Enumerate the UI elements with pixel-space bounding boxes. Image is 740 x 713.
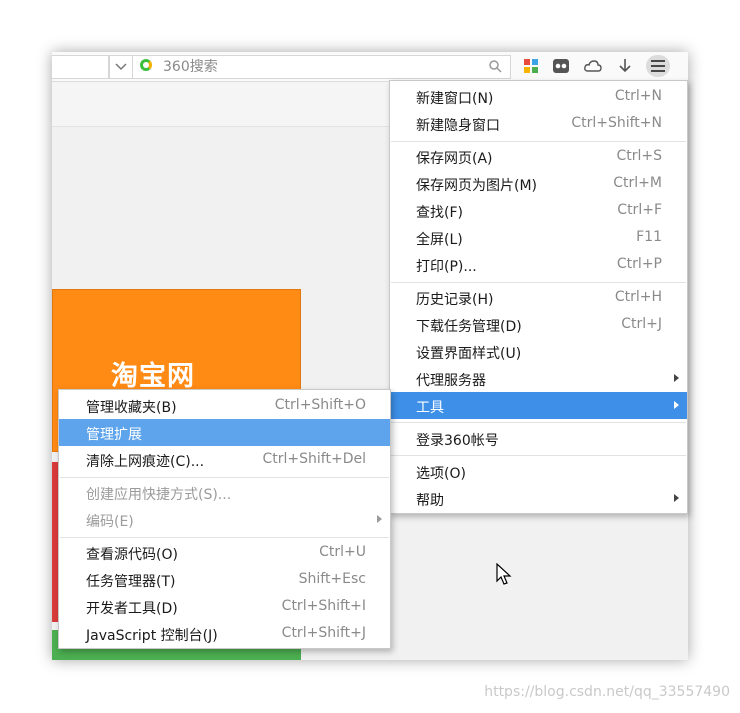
- submenu-item-manage-extensions[interactable]: 管理扩展: [59, 419, 390, 446]
- menu-item-history[interactable]: 历史记录(H) Ctrl+H: [390, 284, 687, 311]
- menu-item-new-incognito-window[interactable]: 新建隐身窗口 Ctrl+Shift+N: [390, 110, 687, 137]
- menu-item-ui-style[interactable]: 设置界面样式(U): [390, 338, 687, 365]
- 360-search-logo-icon: [140, 59, 152, 71]
- menu-item-proxy[interactable]: 代理服务器: [390, 365, 687, 392]
- menu-separator: [391, 422, 686, 423]
- address-bar[interactable]: [52, 55, 109, 79]
- main-menu: 新建窗口(N) Ctrl+N 新建隐身窗口 Ctrl+Shift+N 保存网页(A)…: [389, 80, 688, 514]
- submenu-item-js-console[interactable]: JavaScript 控制台(J) Ctrl+Shift+J: [59, 620, 390, 647]
- menu-separator: [391, 455, 686, 456]
- browser-toolbar: [52, 52, 688, 82]
- menu-item-new-window[interactable]: 新建窗口(N) Ctrl+N: [390, 83, 687, 110]
- menu-item-find[interactable]: 查找(F) Ctrl+F: [390, 197, 687, 224]
- submenu-item-clear-browsing-data[interactable]: 清除上网痕迹(C)... Ctrl+Shift+Del: [59, 446, 390, 473]
- menu-icon[interactable]: [646, 55, 670, 77]
- search-input[interactable]: [163, 57, 463, 77]
- menu-separator: [60, 477, 389, 478]
- submenu-arrow-icon: [674, 494, 679, 502]
- menu-item-save-page[interactable]: 保存网页(A) Ctrl+S: [390, 143, 687, 170]
- menu-item-fullscreen[interactable]: 全屏(L) F11: [390, 224, 687, 251]
- menu-item-save-page-as-image[interactable]: 保存网页为图片(M) Ctrl+M: [390, 170, 687, 197]
- menu-item-print[interactable]: 打印(P)... Ctrl+P: [390, 251, 687, 278]
- download-icon[interactable]: [614, 56, 636, 76]
- menu-item-tools[interactable]: 工具: [390, 392, 687, 419]
- menu-item-help[interactable]: 帮助: [390, 485, 687, 512]
- menu-separator: [60, 537, 389, 538]
- ghost-mode-icon[interactable]: [550, 56, 572, 76]
- menu-item-login-360[interactable]: 登录360帐号: [390, 425, 687, 452]
- menu-separator: [391, 282, 686, 283]
- submenu-item-view-source[interactable]: 查看源代码(O) Ctrl+U: [59, 539, 390, 566]
- cloud-icon[interactable]: [582, 56, 604, 76]
- submenu-arrow-icon: [674, 374, 679, 382]
- submenu-item-task-manager[interactable]: 任务管理器(T) Shift+Esc: [59, 566, 390, 593]
- tools-submenu: 管理收藏夹(B) Ctrl+Shift+O 管理扩展 清除上网痕迹(C)... Ct…: [58, 389, 391, 649]
- submenu-item-manage-favorites[interactable]: 管理收藏夹(B) Ctrl+Shift+O: [59, 392, 390, 419]
- chevron-down-icon: [115, 63, 127, 71]
- mouse-cursor-icon: [496, 563, 512, 585]
- search-icon[interactable]: [489, 60, 502, 73]
- search-box[interactable]: [132, 55, 511, 79]
- menu-separator: [391, 141, 686, 142]
- submenu-arrow-icon: [377, 515, 382, 523]
- submenu-item-encoding: 编码(E): [59, 506, 390, 533]
- taobao-logo: 淘宝网: [111, 361, 195, 392]
- menu-item-options[interactable]: 选项(O): [390, 458, 687, 485]
- address-dropdown-button[interactable]: [109, 55, 133, 79]
- submenu-arrow-icon: [674, 401, 679, 409]
- submenu-item-developer-tools[interactable]: 开发者工具(D) Ctrl+Shift+I: [59, 593, 390, 620]
- apps-grid-icon[interactable]: [520, 56, 542, 76]
- submenu-item-create-app-shortcut: 创建应用快捷方式(S)...: [86, 487, 232, 503]
- watermark: https://blog.csdn.net/qq_33557490: [484, 684, 730, 700]
- menu-item-downloads[interactable]: 下载任务管理(D) Ctrl+J: [390, 311, 687, 338]
